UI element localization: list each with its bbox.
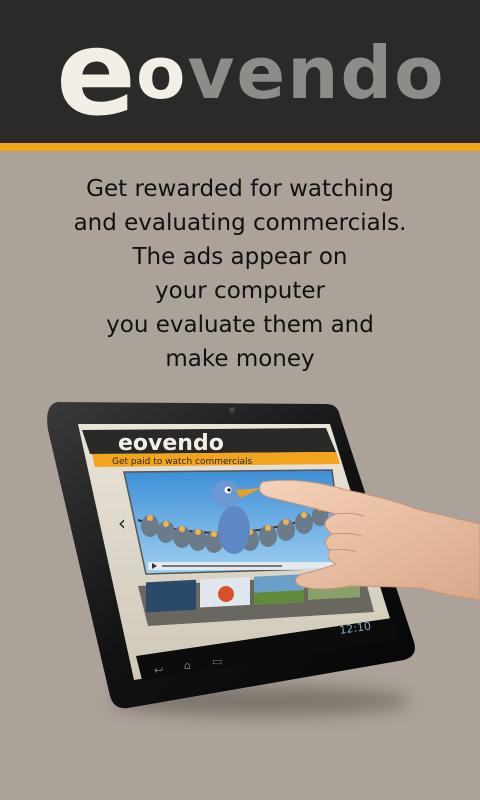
camera-dot [229,407,235,413]
tagline-line: Get rewarded for watching [86,176,394,202]
big-bird-body [218,506,250,554]
tagline-line: your computer [155,278,325,304]
tagline: Get rewarded for watching and evaluating… [20,172,460,376]
recent-apps-icon: ▭ [212,655,222,668]
thumbnail-1 [146,579,196,613]
header-bar: eovendo [0,0,480,143]
eovendo-logo: eovendo [56,4,446,142]
app-mini-logo: eovendo [118,431,224,456]
tagline-line: and evaluating commercials. [73,210,407,236]
tagline-line: make money [165,346,315,372]
app-subtitle: Get paid to watch commercials [112,457,253,467]
tagline-line: The ads appear on [132,244,348,270]
logo-letter-o: o [136,31,188,115]
promo-screen: eovendo Get rewarded for watching and ev… [0,0,480,800]
tagline-line: you evaluate them and [106,312,374,338]
home-icon: ⌂ [184,659,191,672]
tablet-graphic: eovendo Get paid to watch commercials ‹ … [47,402,480,709]
logo-vendo: vendo [187,31,446,115]
prev-arrow-icon: ‹ [118,511,126,535]
tablet-illustration: eovendo Get paid to watch commercials ‹ … [0,390,480,800]
back-icon: ↩ [154,664,163,677]
header-accent-rule [0,143,480,151]
big-bird-head [212,480,240,508]
logo-letter-e: e [56,4,136,142]
logo-wordmark: ovendo [136,18,446,128]
